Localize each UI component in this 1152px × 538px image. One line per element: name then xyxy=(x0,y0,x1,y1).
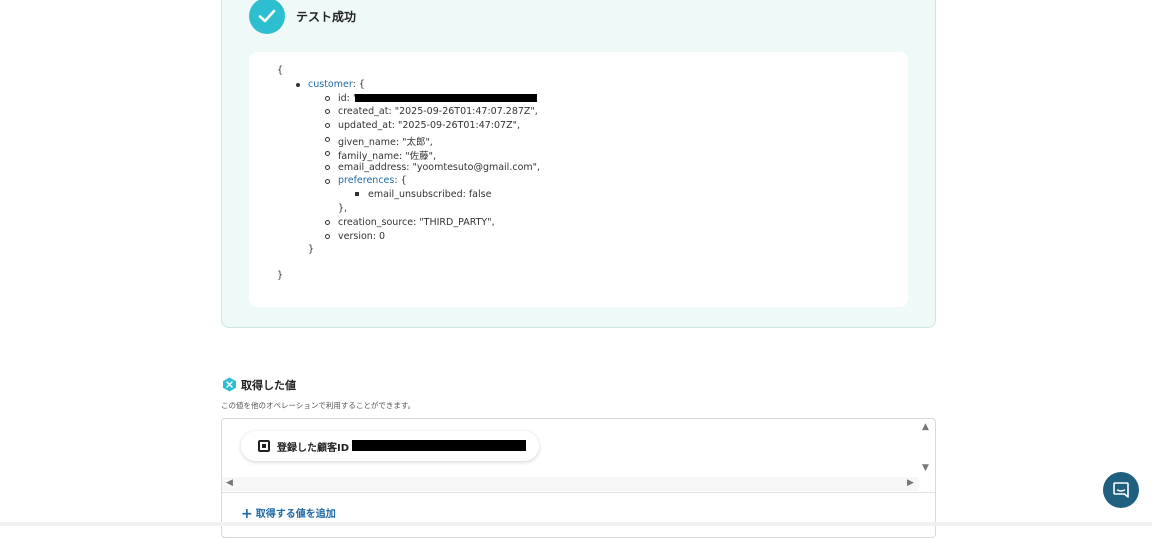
scroll-up-arrow-icon[interactable]: ▲ xyxy=(922,423,929,432)
add-acquired-value-button[interactable]: + 取得する値を追加 xyxy=(241,505,336,522)
customer-key-link[interactable]: customer xyxy=(308,79,353,90)
bottom-bar xyxy=(0,522,1152,526)
json-customer-line: customer: { xyxy=(308,79,365,90)
bullet xyxy=(325,151,330,156)
json-created-at: created_at: "2025-09-26T01:47:07.287Z", xyxy=(338,106,538,117)
json-version: version: 0 xyxy=(338,231,386,242)
preferences-key-link[interactable]: preferences xyxy=(338,175,394,186)
bullet xyxy=(325,137,330,142)
json-email-address: email_address: "yoomtesuto@gmail.com", xyxy=(338,162,541,173)
plus-icon: + xyxy=(241,506,253,522)
json-updated-at: updated_at: "2025-09-26T01:47:07Z", xyxy=(338,120,520,131)
bullet xyxy=(325,96,330,101)
json-open-brace: { xyxy=(277,65,284,76)
bullet xyxy=(325,220,330,225)
json-preferences-line: preferences: { xyxy=(338,175,407,186)
bullet xyxy=(325,234,330,239)
acquired-values-title: 取得した値 xyxy=(241,379,296,392)
divider xyxy=(222,492,935,493)
json-customer-close: } xyxy=(308,244,315,255)
chip-label: 登録した顧客ID xyxy=(277,443,350,454)
json-family-name: family_name: "佐藤", xyxy=(338,151,436,162)
chat-button[interactable] xyxy=(1103,472,1139,508)
add-value-label: 取得する値を追加 xyxy=(255,509,336,520)
chat-bubble-icon xyxy=(1113,482,1129,498)
scroll-right-arrow-icon[interactable]: ▶ xyxy=(907,479,914,488)
redacted-value xyxy=(352,440,526,451)
json-creation-source: creation_source: "THIRD_PARTY", xyxy=(338,217,495,228)
json-email-unsubscribed: email_unsubscribed: false xyxy=(368,189,492,200)
acquired-values-subtitle: この値を他のオペレーションで利用することができます。 xyxy=(221,401,416,410)
square-dot-icon xyxy=(258,440,270,452)
test-success-label: テスト成功 xyxy=(296,10,357,24)
bullet xyxy=(325,123,330,128)
bullet xyxy=(325,165,330,170)
acquired-value-chip[interactable]: 登録した顧客ID xyxy=(241,431,539,461)
json-close-brace: } xyxy=(277,270,284,281)
horizontal-scrollbar[interactable] xyxy=(222,477,919,491)
badge-x-icon xyxy=(222,377,237,392)
bullet xyxy=(325,109,330,114)
bullet xyxy=(325,179,330,184)
scroll-down-arrow-icon[interactable]: ▼ xyxy=(922,464,929,473)
json-preferences-close: }, xyxy=(338,203,348,214)
redacted-id xyxy=(355,94,537,102)
scroll-left-arrow-icon[interactable]: ◀ xyxy=(226,479,233,488)
bullet xyxy=(296,83,300,87)
json-given-name: given_name: "太郎", xyxy=(338,137,433,148)
bullet xyxy=(355,192,359,196)
